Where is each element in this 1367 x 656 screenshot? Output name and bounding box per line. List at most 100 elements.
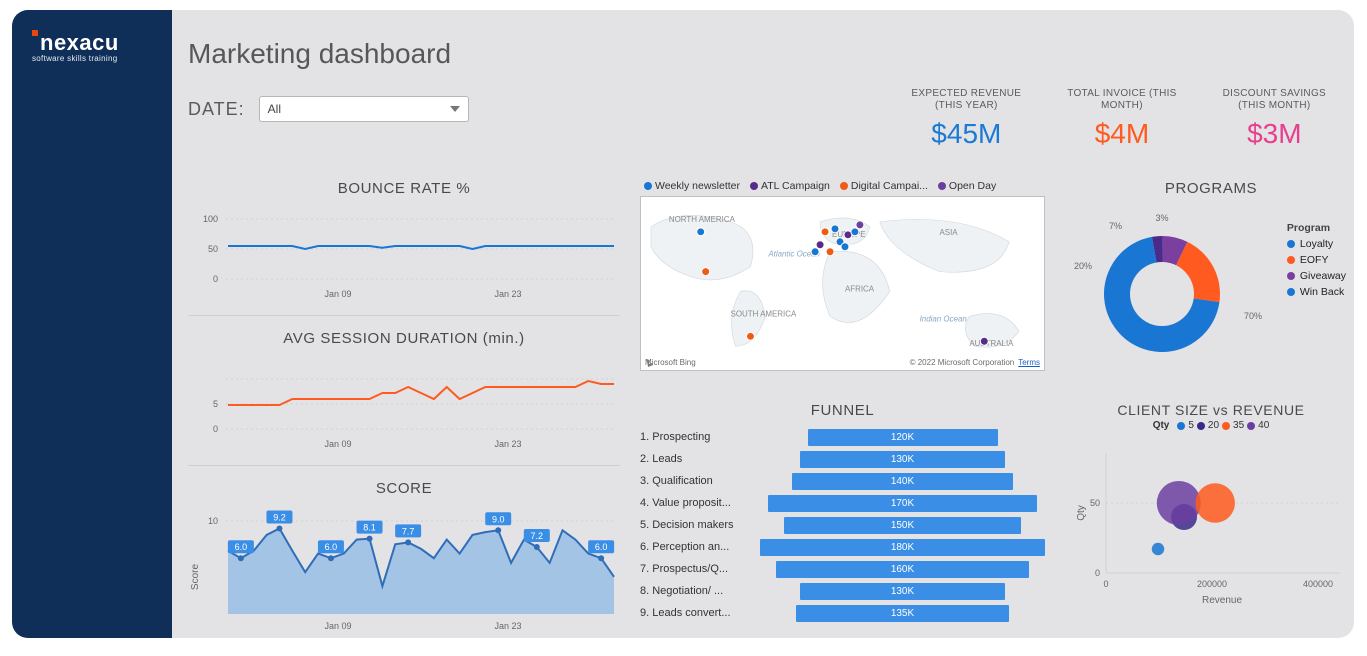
date-filter: DATE: All bbox=[188, 96, 469, 122]
svg-text:Jan 23: Jan 23 bbox=[494, 621, 521, 631]
svg-text:7.2: 7.2 bbox=[531, 531, 544, 541]
funnel-row: 3. Qualification 140K bbox=[640, 471, 1045, 491]
date-filter-value: All bbox=[268, 102, 281, 116]
svg-text:Jan 09: Jan 09 bbox=[324, 621, 351, 631]
svg-text:100: 100 bbox=[203, 214, 218, 224]
bounce-rate-title: BOUNCE RATE % bbox=[188, 180, 620, 197]
funnel-row-label: 5. Decision makers bbox=[640, 519, 760, 531]
svg-text:50: 50 bbox=[1090, 498, 1100, 508]
score-panel: SCORE Score 10 Jan 09 Jan 23 6.09.26.08.… bbox=[188, 480, 620, 638]
kpi-value: $45M bbox=[911, 118, 1021, 150]
map-legend-item: Open Day bbox=[938, 180, 996, 192]
client-size-revenue-panel: CLIENT SIZE vs REVENUE Qty 5203540 Qty 0… bbox=[1072, 402, 1350, 613]
funnel-bar[interactable]: 150K bbox=[784, 517, 1022, 534]
score-chart[interactable]: Score 10 Jan 09 Jan 23 6.09.26.08.17.79.… bbox=[188, 499, 620, 638]
map-terms-link[interactable]: Terms bbox=[1018, 358, 1040, 367]
funnel-row-label: 2. Leads bbox=[640, 453, 760, 465]
bing-icon bbox=[645, 358, 655, 368]
funnel-row: 4. Value proposit... 170K bbox=[640, 493, 1045, 513]
scatter-legend-item: 35 bbox=[1222, 420, 1244, 431]
map-legend: Weekly newsletterATL CampaignDigital Cam… bbox=[644, 180, 1045, 192]
svg-text:3%: 3% bbox=[1155, 213, 1168, 223]
kpi-total-invoice: TOTAL INVOICE (THIS MONTH) $4M bbox=[1067, 88, 1176, 150]
funnel-title: FUNNEL bbox=[640, 402, 1045, 419]
session-duration-title: AVG SESSION DURATION (min.) bbox=[188, 330, 620, 347]
funnel-bar[interactable]: 135K bbox=[796, 605, 1010, 622]
svg-text:0: 0 bbox=[213, 424, 218, 434]
svg-text:70%: 70% bbox=[1244, 311, 1262, 321]
svg-text:0: 0 bbox=[213, 274, 218, 284]
map-attribution: Microsoft Bing bbox=[645, 358, 696, 367]
funnel-row-label: 7. Prospectus/Q... bbox=[640, 563, 760, 575]
funnel-bar[interactable]: 180K bbox=[760, 539, 1045, 556]
svg-text:9.2: 9.2 bbox=[273, 512, 286, 522]
client-size-revenue-chart[interactable]: Qty 0 50 0 200000 400000 Revenue bbox=[1072, 433, 1350, 608]
kpi-title: TOTAL INVOICE (THIS bbox=[1067, 88, 1176, 100]
brand-logo: nexacu software skills training bbox=[32, 30, 119, 63]
funnel-bar[interactable]: 130K bbox=[800, 583, 1006, 600]
kpi-value: $3M bbox=[1223, 118, 1326, 150]
scatter-legend-item: 40 bbox=[1247, 420, 1269, 431]
funnel-row: 8. Negotiation/ ... 130K bbox=[640, 581, 1045, 601]
funnel-row: 2. Leads 130K bbox=[640, 449, 1045, 469]
svg-text:9.0: 9.0 bbox=[492, 514, 505, 524]
svg-text:7%: 7% bbox=[1109, 221, 1122, 231]
programs-legend: Program LoyaltyEOFYGiveawayWin Back bbox=[1287, 222, 1346, 302]
funnel-row: 9. Leads convert... 135K bbox=[640, 603, 1045, 623]
chevron-down-icon bbox=[450, 106, 460, 112]
session-duration-chart[interactable]: 0 5 Jan 09 Jan 23 bbox=[188, 349, 620, 459]
funnel-bar[interactable]: 170K bbox=[768, 495, 1037, 512]
brand-dot-icon bbox=[32, 30, 38, 36]
date-filter-select[interactable]: All bbox=[259, 96, 469, 122]
funnel-bar[interactable]: 160K bbox=[776, 561, 1029, 578]
kpi-value: $4M bbox=[1067, 118, 1176, 150]
svg-text:8.1: 8.1 bbox=[363, 523, 376, 533]
campaign-map[interactable]: NORTH AMERICA EUROPE ASIA AFRICA SOUTH A… bbox=[640, 196, 1045, 371]
svg-text:Jan 09: Jan 09 bbox=[324, 289, 351, 299]
campaign-map-panel: Weekly newsletterATL CampaignDigital Cam… bbox=[640, 180, 1045, 371]
kpi-row: EXPECTED REVENUE (THIS YEAR) $45M TOTAL … bbox=[911, 88, 1326, 150]
session-duration-panel: AVG SESSION DURATION (min.) 0 5 Jan 09 J… bbox=[188, 330, 620, 466]
sidebar: nexacu software skills training bbox=[12, 10, 172, 638]
page-title: Marketing dashboard bbox=[188, 38, 451, 70]
funnel-row: 7. Prospectus/Q... 160K bbox=[640, 559, 1045, 579]
scatter-legend-item: 5 bbox=[1177, 420, 1194, 431]
svg-text:6.0: 6.0 bbox=[235, 542, 248, 552]
funnel-row-label: 6. Perception an... bbox=[640, 541, 760, 553]
funnel-bar[interactable]: 130K bbox=[800, 451, 1006, 468]
client-size-revenue-title: CLIENT SIZE vs REVENUE bbox=[1072, 402, 1350, 418]
svg-text:Jan 23: Jan 23 bbox=[494, 439, 521, 449]
kpi-subtitle: MONTH) bbox=[1067, 100, 1176, 112]
kpi-discount-savings: DISCOUNT SAVINGS (THIS MONTH) $3M bbox=[1223, 88, 1326, 150]
scatter-size-legend: Qty 5203540 bbox=[1072, 420, 1350, 431]
svg-text:ASIA: ASIA bbox=[939, 228, 958, 237]
funnel-row: 1. Prospecting 120K bbox=[640, 427, 1045, 447]
funnel-row-label: 8. Negotiation/ ... bbox=[640, 585, 760, 597]
svg-text:AFRICA: AFRICA bbox=[845, 285, 875, 294]
svg-text:AUSTRALIA: AUSTRALIA bbox=[969, 339, 1014, 348]
funnel-panel: FUNNEL 1. Prospecting 120K 2. Leads 130K… bbox=[640, 402, 1045, 625]
svg-text:6.0: 6.0 bbox=[595, 542, 608, 552]
programs-title: PROGRAMS bbox=[1072, 180, 1350, 197]
kpi-title: DISCOUNT SAVINGS bbox=[1223, 88, 1326, 100]
date-filter-label: DATE: bbox=[188, 99, 245, 120]
svg-text:0: 0 bbox=[1103, 579, 1108, 589]
left-charts-column: BOUNCE RATE % 0 50 100 Jan 09 Jan 23 AVG… bbox=[188, 180, 620, 638]
scatter-legend-item: 20 bbox=[1197, 420, 1219, 431]
kpi-subtitle: (THIS MONTH) bbox=[1223, 100, 1326, 112]
svg-text:Qty: Qty bbox=[1076, 505, 1087, 521]
svg-text:NORTH AMERICA: NORTH AMERICA bbox=[669, 215, 736, 224]
funnel-row: 6. Perception an... 180K bbox=[640, 537, 1045, 557]
kpi-subtitle: (THIS YEAR) bbox=[911, 100, 1021, 112]
funnel-row-label: 4. Value proposit... bbox=[640, 497, 760, 509]
bounce-rate-chart[interactable]: 0 50 100 Jan 09 Jan 23 bbox=[188, 199, 620, 309]
funnel-bar[interactable]: 140K bbox=[792, 473, 1014, 490]
funnel-row-label: 3. Qualification bbox=[640, 475, 760, 487]
map-legend-item: Digital Campai... bbox=[840, 180, 928, 192]
programs-legend-item: Win Back bbox=[1287, 286, 1346, 298]
funnel-bar[interactable]: 120K bbox=[808, 429, 998, 446]
svg-text:400000: 400000 bbox=[1303, 579, 1333, 589]
svg-text:Score: Score bbox=[190, 564, 201, 591]
svg-text:6.0: 6.0 bbox=[325, 542, 338, 552]
svg-text:5: 5 bbox=[213, 399, 218, 409]
